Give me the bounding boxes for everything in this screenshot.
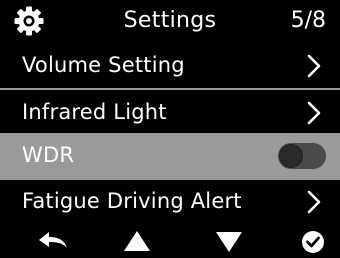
chevron-right-icon [307,190,321,214]
toggle-knob [279,144,303,168]
menu-item-label: Volume Setting [22,53,185,77]
header-bar: Settings 5/8 [0,0,340,43]
menu-item-fatigue-driving-alert[interactable]: Fatigue Driving Alert [0,179,340,224]
page-title: Settings [123,8,217,33]
menu-item-infrared-light[interactable]: Infrared Light [0,90,340,135]
footer-nav [0,220,340,258]
wdr-toggle[interactable] [278,143,326,169]
chevron-right-icon [307,101,321,125]
page-indicator: 5/8 [290,8,326,33]
menu-item-volume-setting[interactable]: Volume Setting [0,43,340,88]
chevron-right-icon [307,54,321,78]
menu-item-wdr[interactable]: WDR [0,133,340,178]
menu-item-label: WDR [22,143,75,167]
back-arrow-icon[interactable] [36,228,70,254]
down-triangle-icon[interactable] [212,228,246,254]
menu-item-label: Fatigue Driving Alert [22,189,242,213]
settings-screen: Settings 5/8 Volume Setting Infrared Lig… [0,0,340,258]
menu-item-label: Infrared Light [22,100,167,124]
up-triangle-icon[interactable] [120,228,154,254]
check-circle-icon[interactable] [296,228,330,254]
